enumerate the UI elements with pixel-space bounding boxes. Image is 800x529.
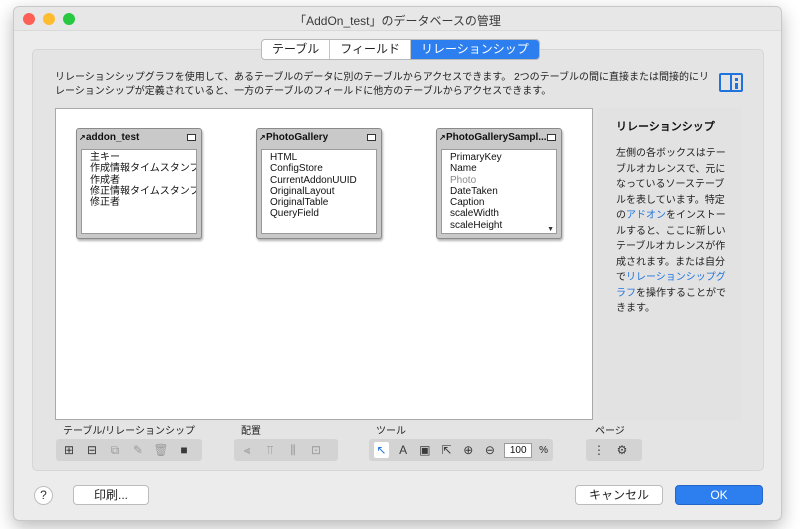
description-text: リレーションシップグラフを使用して、あるテーブルのデータに別のテーブルからアクセ… (55, 71, 725, 99)
color-swatch-button[interactable]: ■ (176, 442, 192, 458)
align-top-icon[interactable]: ⫪ (262, 442, 278, 458)
ok-button[interactable]: OK (675, 485, 763, 505)
field-item[interactable]: scaleWidth (450, 208, 556, 219)
table-occurrence-name: PhotoGallerySampl... (446, 132, 547, 143)
select-arrow-icon[interactable]: ⇱ (439, 442, 454, 458)
field-list[interactable]: HTML ConfigStore CurrentAddonUUID Origin… (261, 149, 377, 234)
addon-link[interactable]: アドオン (626, 210, 666, 221)
field-item[interactable]: 作成者 (90, 175, 196, 186)
toolbar-group-label-page: ページ (595, 426, 625, 437)
table-occurrence-name: PhotoGallery (266, 132, 329, 143)
field-item[interactable]: Photo (450, 175, 556, 186)
field-item[interactable]: CurrentAddonUUID (270, 175, 376, 186)
add-table-button[interactable]: ⊞ (61, 442, 77, 458)
toolbar-group-label-tables: テーブル/リレーションシップ (63, 426, 195, 437)
distribute-horizontal-icon[interactable]: ⫼ (285, 442, 301, 458)
resize-icon[interactable]: ⊡ (308, 442, 324, 458)
field-item[interactable]: HTML (270, 152, 376, 163)
toolbar-group-page: ⋮ ⚙ (586, 439, 642, 461)
field-item[interactable]: ConfigStore (270, 163, 376, 174)
info-side-panel: リレーションシップ 左側の各ボックスはテーブルオカレンスで、元になっているソース… (598, 108, 742, 420)
pointer-tool-icon[interactable]: ↖ (374, 442, 389, 458)
duplicate-button[interactable]: ⧉ (107, 442, 123, 458)
page-setup-icon[interactable]: ⚙ (614, 442, 630, 458)
print-button[interactable]: 印刷... (73, 485, 149, 505)
zoom-in-icon[interactable]: ⊕ (461, 442, 476, 458)
description-line-2: レーションシップが定義されていると、一方のテーブルのフィールドに他方のテーブルか… (55, 86, 552, 97)
toolbar-group-tools: ↖ A ▣ ⇱ ⊕ ⊖ 100 % (369, 439, 553, 461)
add-relationship-button[interactable]: ⊟ (84, 442, 100, 458)
window-title: 「AddOn_test」のデータベースの管理 (294, 14, 501, 28)
field-item[interactable]: PrimaryKey (450, 152, 556, 163)
page-breaks-icon[interactable]: ⋮ (591, 442, 607, 458)
table-occurrence-photogallerysample[interactable]: ↗ PhotoGallerySampl... PrimaryKey Name P… (436, 128, 562, 239)
tab-fields[interactable]: フィールド (330, 40, 412, 59)
zoom-percent-label: % (539, 444, 548, 456)
toolbar-group-arrange: ⫷ ⫪ ⫼ ⊡ (234, 439, 338, 461)
toolbar-group-tables: ⊞ ⊟ ⧉ ✎ 🗑 ■ (56, 439, 202, 461)
field-list[interactable]: PrimaryKey Name Photo DateTaken Caption … (441, 149, 557, 234)
collapse-box-icon[interactable] (187, 134, 196, 141)
help-button[interactable]: ? (34, 486, 53, 505)
edit-pencil-icon[interactable]: ✎ (130, 442, 146, 458)
toolbar-group-label-tools: ツール (376, 426, 406, 437)
toolbar-group-label-arrange: 配置 (241, 426, 261, 437)
description-line-1: リレーションシップグラフを使用して、あるテーブルのデータに別のテーブルからアクセ… (55, 72, 710, 83)
side-panel-text: 左側の各ボックスはテーブルオカレンスで、元になっているソーステーブルを表していま… (616, 146, 730, 317)
text-tool-icon[interactable]: A (396, 442, 411, 458)
collapse-box-icon[interactable] (367, 134, 376, 141)
field-item[interactable]: OriginalLayout (270, 186, 376, 197)
field-list[interactable]: 主キー 作成情報タイムスタンプ 作成者 修正情報タイムスタンプ 修正者 (81, 149, 197, 234)
scroll-down-icon[interactable]: ▼ (547, 226, 554, 233)
manage-database-window: 「AddOn_test」のデータベースの管理 テーブル フィールド リレーション… (13, 6, 782, 521)
table-occurrence-photogallery[interactable]: ↗ PhotoGallery HTML ConfigStore CurrentA… (256, 128, 382, 239)
table-occurrence-header[interactable]: ↗ PhotoGallerySampl... (437, 129, 561, 148)
link-arrow-icon: ↗ (79, 133, 86, 142)
table-occurrence-name: addon_test (86, 132, 140, 143)
align-left-icon[interactable]: ⫷ (239, 442, 255, 458)
link-arrow-icon: ↗ (259, 133, 266, 142)
field-item[interactable]: Name (450, 163, 556, 174)
field-item[interactable]: OriginalTable (270, 197, 376, 208)
tab-tables[interactable]: テーブル (262, 40, 331, 59)
collapse-box-icon[interactable] (547, 134, 556, 141)
info-panel-toggle-icon[interactable] (719, 73, 743, 92)
cancel-button[interactable]: キャンセル (575, 485, 663, 505)
table-occurrence-addon-test[interactable]: ↗ addon_test 主キー 作成情報タイムスタンプ 作成者 修正情報タイム… (76, 128, 202, 239)
tab-bar: テーブル フィールド リレーションシップ (261, 39, 540, 60)
field-item[interactable]: 作成情報タイムスタンプ (90, 163, 196, 174)
field-item[interactable]: 主キー (90, 152, 196, 163)
link-arrow-icon: ↗ (439, 133, 446, 142)
delete-trash-icon[interactable]: 🗑 (153, 442, 169, 458)
title-bar: 「AddOn_test」のデータベースの管理 (14, 7, 781, 31)
table-occurrence-header[interactable]: ↗ addon_test (77, 129, 201, 148)
side-panel-title: リレーションシップ (616, 121, 715, 133)
zoom-level-input[interactable]: 100 (504, 442, 533, 458)
layout-view-icon[interactable]: ▣ (417, 442, 432, 458)
table-occurrence-header[interactable]: ↗ PhotoGallery (257, 129, 381, 148)
field-item[interactable]: 修正者 (90, 197, 196, 208)
tab-relationships[interactable]: リレーションシップ (411, 40, 539, 59)
field-item[interactable]: DateTaken (450, 186, 556, 197)
field-item[interactable]: QueryField (270, 208, 376, 219)
relationship-graph-canvas[interactable]: ↗ addon_test 主キー 作成情報タイムスタンプ 作成者 修正情報タイム… (55, 108, 593, 420)
field-item[interactable]: scaleHeight (450, 220, 556, 231)
field-item[interactable]: Caption (450, 197, 556, 208)
zoom-out-icon[interactable]: ⊖ (483, 442, 498, 458)
field-item[interactable]: 修正情報タイムスタンプ (90, 186, 196, 197)
